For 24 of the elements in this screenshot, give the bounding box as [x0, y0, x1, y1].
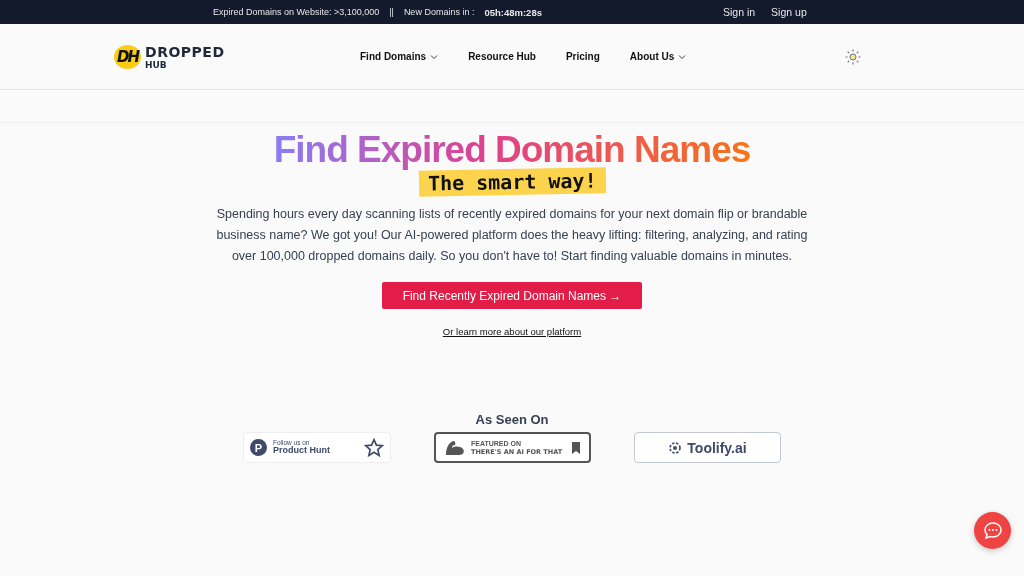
- countdown-timer: 05h:48m:28s: [484, 6, 542, 18]
- separator-text: ||: [389, 7, 394, 17]
- chevron-down-icon: [430, 53, 439, 60]
- sun-icon[interactable]: [845, 48, 861, 65]
- hero-description: Spending hours every day scanning lists of recently expired domains for your next domain flip or brandable business name? We got you! Our AI-powered platform does the heavy lifting: filtering, analyzing, and rating over 100,000 dropped domains daily. So you don't have to! Start finding valuable domains in minutes.: [215, 206, 809, 265]
- chevron-down-icon: [678, 53, 687, 60]
- new-domains-label: New Domains in :: [403, 7, 475, 17]
- cta-button[interactable]: Find Recently Expired Domain Names →: [381, 282, 643, 309]
- chat-button[interactable]: [974, 512, 1011, 549]
- as-seen-on-heading: As Seen On: [475, 412, 549, 427]
- auth-link[interactable]: Sign in: [723, 6, 756, 18]
- hero-subtitle: The smart way!: [418, 167, 606, 197]
- toolify-badge[interactable]: Toolify.ai: [634, 432, 781, 463]
- learn-more-link[interactable]: Or learn more about our platform: [442, 326, 582, 337]
- expired-count: Expired Domains on Website: >3,100,000: [213, 7, 380, 17]
- nav-link[interactable]: Find Domains: [360, 51, 439, 62]
- logo-subname[interactable]: HUB: [145, 59, 225, 70]
- nav-link[interactable]: About Us: [629, 51, 687, 62]
- nav-link[interactable]: Resource Hub: [468, 51, 536, 62]
- logo-name[interactable]: DROPPED: [145, 43, 225, 60]
- logo-mark[interactable]: DH: [114, 44, 141, 69]
- nav-link[interactable]: Pricing: [565, 51, 600, 62]
- auth-link[interactable]: Sign up: [771, 6, 807, 18]
- chat-bubble-icon: [982, 520, 1003, 541]
